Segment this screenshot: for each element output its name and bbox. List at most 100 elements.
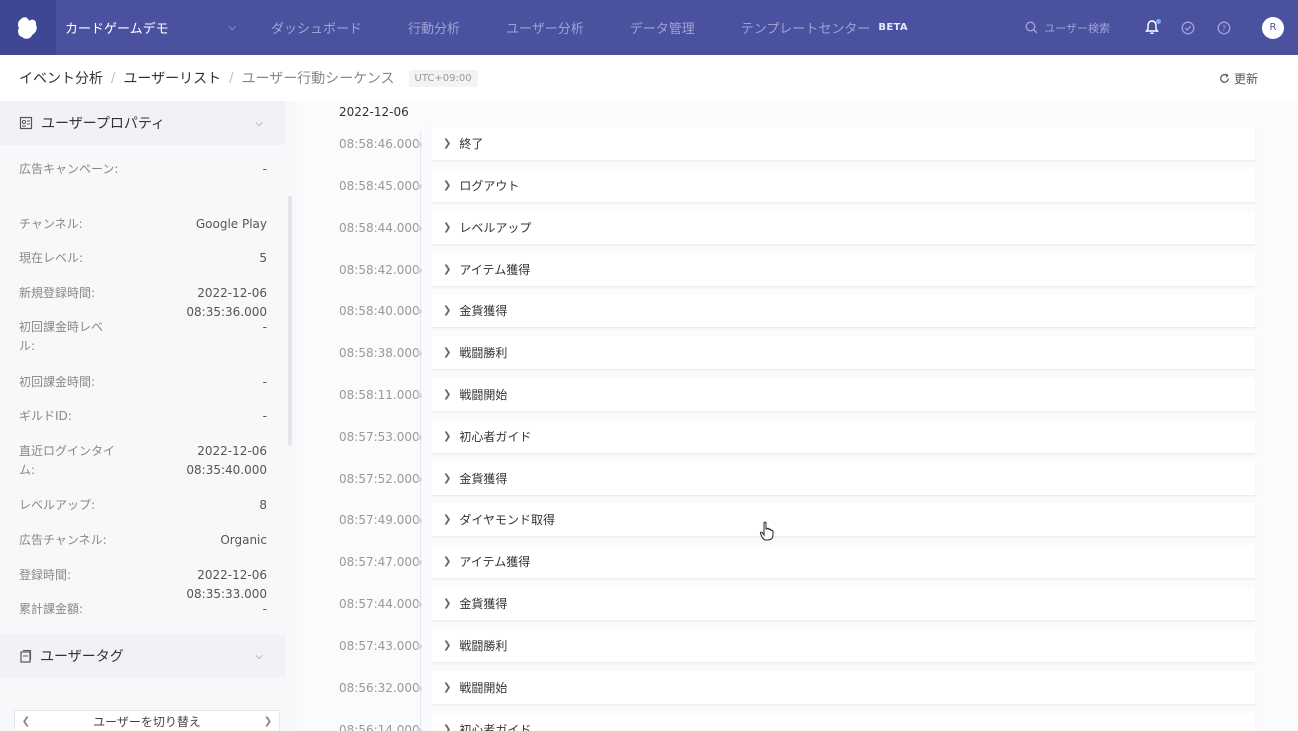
event-name: 戦闘勝利	[459, 639, 508, 653]
timeline-dot	[417, 560, 422, 565]
event-time: 08:58:46.000	[339, 137, 420, 151]
event-card[interactable]: ❯ 金貨獲得	[432, 462, 1255, 496]
event-card[interactable]: ❯ 金貨獲得	[432, 587, 1255, 621]
sidebar-scrollbar[interactable]	[288, 196, 292, 446]
top-right-tools: ユーザー検索 ? R	[1025, 0, 1284, 55]
timeline-dot	[417, 393, 422, 398]
property-value: -	[262, 375, 267, 389]
id-card-icon	[19, 116, 33, 130]
property-value: 8	[259, 498, 267, 512]
event-name: 戦闘開始	[459, 681, 508, 695]
property-row: 直近ログインタイム: 2022-12-06 08:35:40.000	[19, 442, 267, 480]
timeline-dot	[417, 309, 422, 314]
timezone-badge: UTC+09:00	[408, 69, 478, 87]
user-search[interactable]: ユーザー検索	[1025, 20, 1110, 36]
chevron-right-icon: ❯	[443, 556, 452, 567]
chevron-right-icon: ❯	[443, 180, 452, 191]
property-value: 2022-12-06 08:35:33.000	[186, 568, 267, 601]
event-time: 08:57:44.000	[339, 597, 420, 611]
search-placeholder: ユーザー検索	[1044, 21, 1110, 35]
property-row: 登録時間: 2022-12-06 08:35:33.000	[19, 566, 267, 604]
event-card[interactable]: ❯ 初心者ガイド	[432, 713, 1255, 731]
event-card[interactable]: ❯ 戦闘勝利	[432, 336, 1255, 370]
event-card[interactable]: ❯ 戦闘勝利	[432, 629, 1255, 663]
event-card[interactable]: ❯ アイテム獲得	[432, 545, 1255, 579]
avatar[interactable]: R	[1262, 16, 1284, 39]
bell-icon[interactable]	[1144, 18, 1161, 36]
timeline-dot	[417, 184, 422, 189]
property-value: -	[262, 320, 267, 334]
event-name: レベルアップ	[459, 221, 532, 235]
chevron-down-icon: ⌵	[255, 650, 263, 662]
event-name: 戦闘勝利	[459, 346, 508, 360]
app-switcher[interactable]: カードゲームデモ ⌵	[56, 18, 246, 37]
property-key: 広告キャンペーン:	[19, 162, 119, 176]
event-name: ダイヤモンド取得	[459, 513, 556, 527]
property-value: 2022-12-06 08:35:36.000	[186, 286, 267, 319]
app-logo[interactable]	[0, 0, 56, 55]
property-row: 累計課金額: -	[19, 600, 267, 619]
help-icon[interactable]: ?	[1216, 20, 1232, 36]
nav-dashboard[interactable]: ダッシュボード	[271, 18, 362, 37]
timeline-event: 08:57:52.000 ❯ 金貨獲得	[297, 459, 1298, 499]
chevron-left-icon[interactable]: ❮	[15, 716, 37, 727]
breadcrumb-event-analysis[interactable]: イベント分析	[19, 68, 103, 88]
property-value: 5	[259, 251, 267, 265]
property-key: チャンネル:	[19, 217, 83, 231]
nav-user-analysis[interactable]: ユーザー分析	[506, 18, 584, 37]
event-name: 終了	[459, 137, 484, 151]
timeline-dot	[417, 644, 422, 649]
event-card[interactable]: ❯ 戦闘開始	[432, 671, 1255, 705]
property-value: Google Play	[195, 217, 267, 231]
timeline-event: 08:56:14.000 ❯ 初心者ガイド	[297, 710, 1298, 731]
chevron-right-icon: ❯	[443, 305, 452, 316]
event-card[interactable]: ❯ 初心者ガイド	[432, 420, 1255, 454]
refresh-label: 更新	[1233, 72, 1258, 86]
chevron-right-icon[interactable]: ❯	[257, 716, 279, 727]
nav-template-center[interactable]: テンプレートセンター BETA	[741, 18, 908, 37]
event-time: 08:58:11.000	[339, 388, 420, 402]
event-card[interactable]: ❯ 戦闘開始	[432, 378, 1255, 412]
user-sidebar: ユーザープロパティ ⌵ 広告キャンペーン: - チャンネル: Google Play…	[0, 101, 297, 731]
breadcrumb-current: ユーザー行動シーケンス	[241, 71, 395, 87]
chevron-right-icon: ❯	[443, 640, 452, 651]
nav-behavior-analysis[interactable]: 行動分析	[408, 18, 460, 37]
switch-user-label[interactable]: ユーザーを切り替え	[93, 713, 201, 730]
user-properties-title: ユーザープロパティ	[41, 116, 166, 132]
timeline-event: 08:58:45.000 ❯ ログアウト	[297, 166, 1298, 206]
event-card[interactable]: ❯ 金貨獲得	[432, 294, 1255, 328]
refresh-button[interactable]: 更新	[1219, 70, 1258, 87]
event-card[interactable]: ❯ ダイヤモンド取得	[432, 503, 1255, 537]
property-row: 初回課金時レベル: -	[19, 318, 267, 356]
user-tags-header[interactable]: ユーザータグ ⌵	[0, 634, 285, 678]
timeline-event: 08:58:11.000 ❯ 戦闘開始	[297, 375, 1298, 415]
breadcrumb-user-list[interactable]: ユーザーリスト	[123, 68, 221, 88]
event-time: 08:58:45.000	[339, 179, 420, 193]
refresh-icon	[1220, 73, 1229, 83]
property-row: 広告チャンネル: Organic	[19, 531, 267, 550]
event-time: 08:56:32.000	[339, 681, 420, 695]
property-key: 直近ログインタイム:	[19, 444, 116, 477]
event-card[interactable]: ❯ レベルアップ	[432, 211, 1255, 245]
property-key: レベルアップ:	[19, 498, 96, 512]
timeline-dot	[417, 142, 422, 147]
property-value: -	[262, 409, 267, 423]
property-value: Organic	[220, 533, 267, 547]
event-time: 08:56:14.000	[339, 723, 420, 731]
property-row: 新規登録時間: 2022-12-06 08:35:36.000	[19, 284, 267, 322]
chevron-right-icon: ❯	[443, 347, 452, 358]
event-time: 08:58:44.000	[339, 221, 420, 235]
user-properties-header[interactable]: ユーザープロパティ ⌵	[0, 101, 285, 145]
chevron-right-icon: ❯	[443, 473, 452, 484]
app-name: カードゲームデモ	[65, 22, 169, 37]
event-name: アイテム獲得	[459, 263, 531, 277]
property-row: 広告キャンペーン: -	[19, 160, 267, 179]
event-card[interactable]: ❯ 終了	[432, 127, 1255, 161]
property-row: 現在レベル: 5	[19, 249, 267, 268]
event-name: アイテム獲得	[459, 555, 531, 569]
user-switcher: ❮ ユーザーを切り替え ❯	[14, 710, 280, 731]
nav-data-management[interactable]: データ管理	[630, 18, 695, 37]
check-circle-icon[interactable]	[1180, 20, 1196, 36]
event-card[interactable]: ❯ ログアウト	[432, 169, 1255, 203]
event-card[interactable]: ❯ アイテム獲得	[432, 253, 1255, 287]
